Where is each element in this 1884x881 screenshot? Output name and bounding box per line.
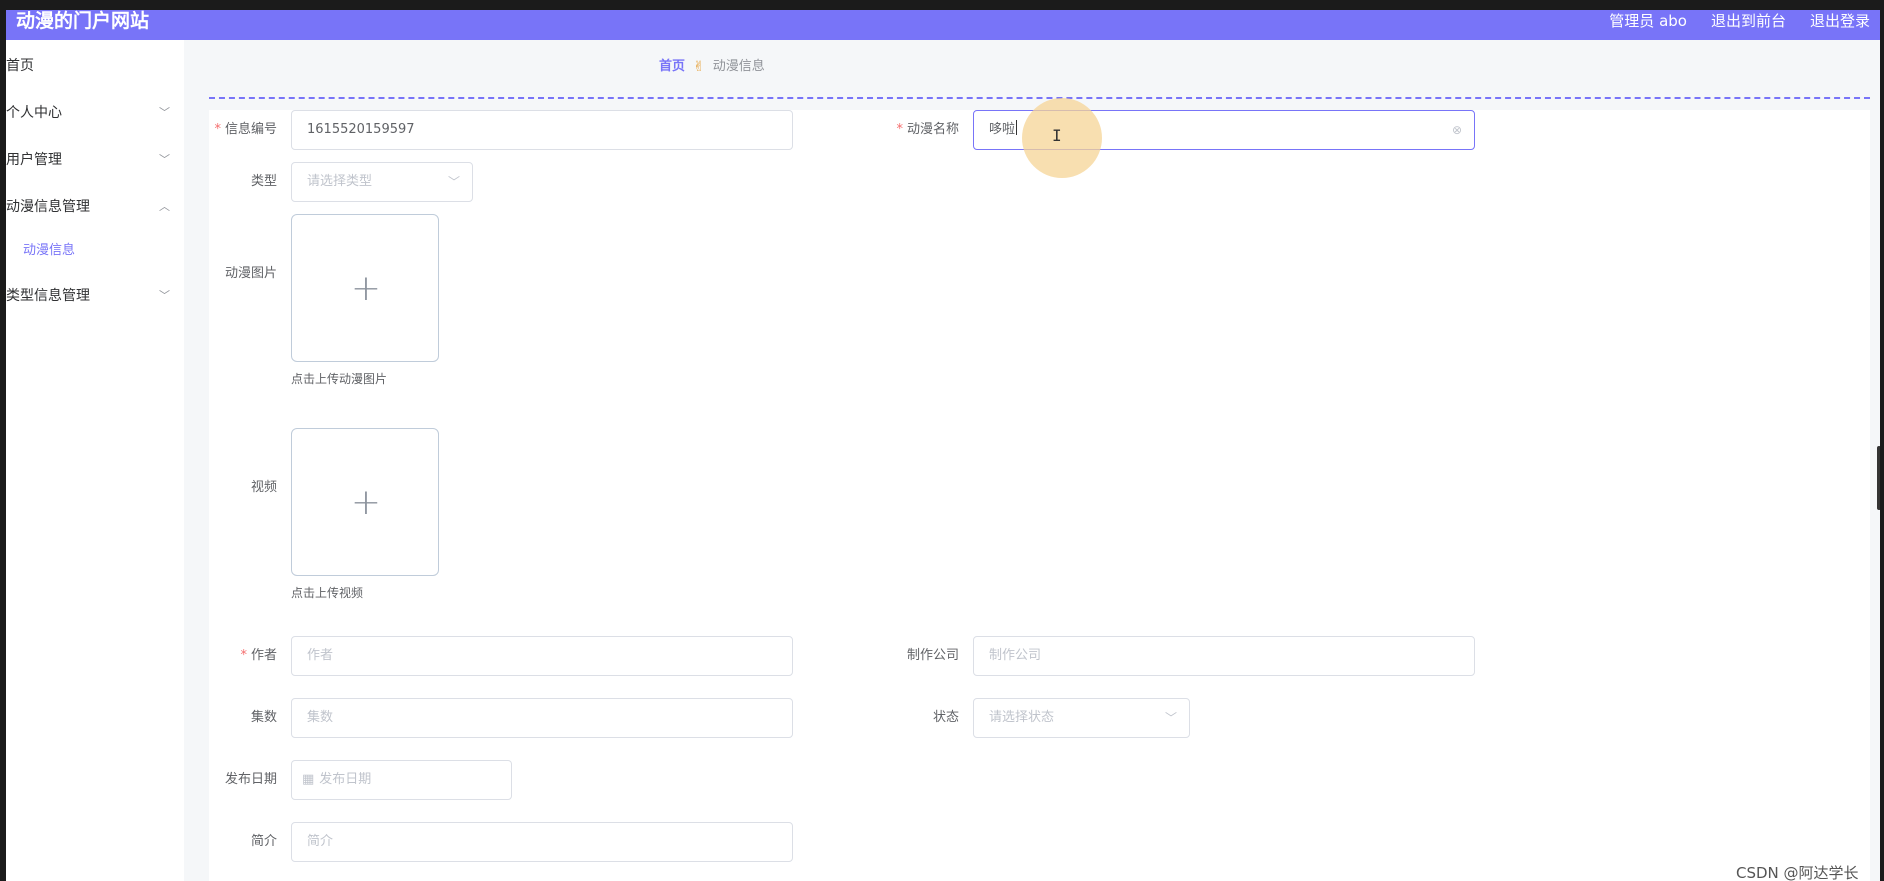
- chevron-down-icon: ﹀: [447, 175, 460, 189]
- anime-image-upload[interactable]: +: [291, 214, 439, 362]
- text-cursor-icon: I: [1052, 126, 1062, 145]
- page: 动漫的门户网站 管理员 abo 退出到前台 退出登录 首页 个人中心 ﹀ 用户管…: [6, 10, 1880, 881]
- form-card: * 信息编号 1615520159597 * 动漫名称 哆啦 ⊗ 类型 请选择类型 …: [209, 110, 1870, 881]
- video-upload[interactable]: +: [291, 428, 439, 576]
- breadcrumb-home[interactable]: 首页: [659, 58, 685, 76]
- status-select[interactable]: 请选择状态 ﹀: [973, 698, 1190, 738]
- sidebar: 首页 个人中心 ﹀ 用户管理 ﹀ 动漫信息管理 ︿ 动漫信息 类型信息管理 ﹀: [6, 40, 184, 881]
- top-actions: 管理员 abo 退出到前台 退出登录: [1609, 10, 1870, 32]
- info-no-input[interactable]: 1615520159597: [291, 110, 793, 150]
- author-label: * 作者: [240, 648, 277, 663]
- sidebar-item-label: 动漫信息管理: [6, 199, 90, 215]
- status-label: 状态: [932, 710, 959, 725]
- sidebar-item-label: 首页: [6, 58, 34, 74]
- sidebar-subitem-anime-info[interactable]: 动漫信息: [6, 231, 184, 271]
- intro-input[interactable]: 简介: [291, 822, 793, 862]
- chevron-down-icon: ﹀: [159, 289, 170, 302]
- release-date-label: 发布日期: [224, 772, 277, 787]
- divider: [209, 97, 1870, 99]
- cursor-highlight: [1022, 98, 1102, 178]
- main-content: 首页 ✌ 动漫信息 * 信息编号 1615520159597 * 动漫名称 哆啦 ⊗…: [184, 40, 1880, 881]
- video-label: 视频: [250, 480, 277, 495]
- breadcrumb: 首页 ✌ 动漫信息: [659, 58, 765, 76]
- text-caret: [1016, 120, 1018, 135]
- top-bar: 动漫的门户网站 管理员 abo 退出到前台 退出登录: [6, 10, 1880, 40]
- info-no-label: * 信息编号: [214, 122, 277, 137]
- chevron-down-icon: ﹀: [159, 153, 170, 166]
- company-input[interactable]: 制作公司: [973, 636, 1475, 676]
- sidebar-item-home[interactable]: 首页: [6, 46, 184, 86]
- plus-icon: +: [350, 482, 382, 523]
- type-select[interactable]: 请选择类型 ﹀: [291, 162, 473, 202]
- sidebar-item-type-info-management[interactable]: 类型信息管理 ﹀: [6, 276, 184, 316]
- victory-hand-icon: ✌: [693, 59, 705, 75]
- clear-icon[interactable]: ⊗: [1452, 111, 1462, 149]
- plus-icon: +: [350, 268, 382, 309]
- sidebar-item-label: 类型信息管理: [6, 288, 90, 304]
- chevron-up-icon: ︿: [159, 200, 170, 213]
- admin-user-label[interactable]: 管理员 abo: [1609, 10, 1687, 32]
- calendar-icon: ▦: [302, 772, 315, 787]
- anime-image-label: 动漫图片: [224, 266, 277, 281]
- episodes-input[interactable]: 集数: [291, 698, 793, 738]
- sidebar-item-user-management[interactable]: 用户管理 ﹀: [6, 140, 184, 180]
- type-label: 类型: [250, 174, 277, 189]
- company-label: 制作公司: [906, 648, 959, 663]
- watermark: CSDN @阿达学长: [1736, 864, 1859, 881]
- logout-link[interactable]: 退出登录: [1810, 10, 1870, 32]
- sidebar-item-label: 个人中心: [6, 105, 62, 121]
- sidebar-item-label: 用户管理: [6, 152, 62, 168]
- sidebar-item-label: 动漫信息: [23, 243, 76, 258]
- release-date-picker[interactable]: ▦ 发布日期: [291, 760, 512, 800]
- chevron-down-icon: ﹀: [159, 106, 170, 119]
- breadcrumb-current: 动漫信息: [712, 59, 765, 74]
- app-title: 动漫的门户网站: [16, 10, 150, 32]
- exit-to-frontend-link[interactable]: 退出到前台: [1711, 10, 1786, 32]
- anime-name-label: * 动漫名称: [896, 122, 959, 137]
- anime-image-tip: 点击上传动漫图片: [291, 372, 388, 386]
- author-input[interactable]: 作者: [291, 636, 793, 676]
- sidebar-item-personal-center[interactable]: 个人中心 ﹀: [6, 93, 184, 133]
- page-scrollbar[interactable]: [1877, 446, 1880, 510]
- episodes-label: 集数: [250, 710, 277, 725]
- video-tip: 点击上传视频: [291, 586, 364, 600]
- intro-label: 简介: [250, 834, 277, 849]
- sidebar-item-anime-info-management[interactable]: 动漫信息管理 ︿: [6, 187, 184, 227]
- chevron-down-icon: ﹀: [1164, 711, 1177, 725]
